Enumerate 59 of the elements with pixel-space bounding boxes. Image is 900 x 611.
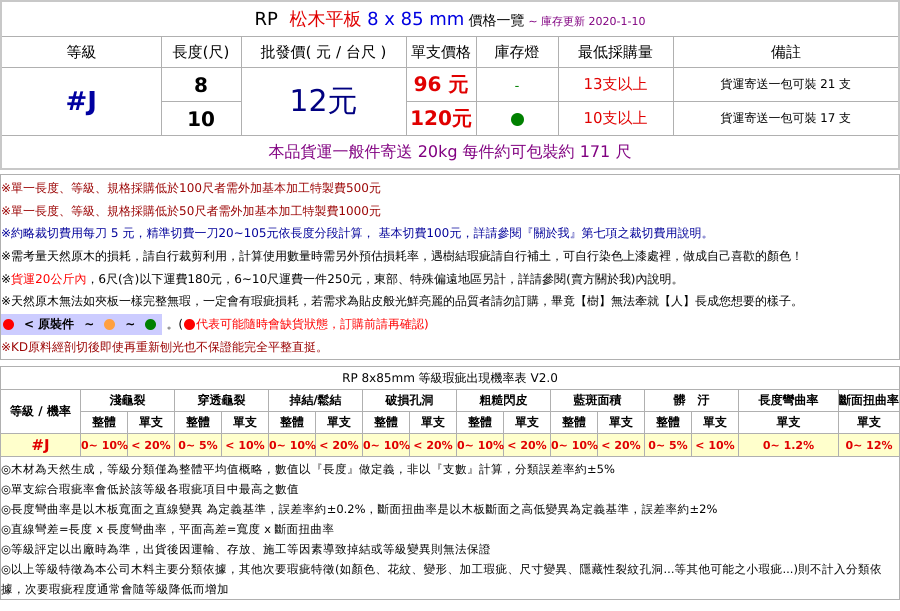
stock-text: - — [514, 79, 520, 94]
table-cell: 0~ 1.2% — [738, 434, 838, 456]
table-cell: 0~ 10% — [550, 434, 598, 456]
table-cell: < 10% — [692, 434, 738, 456]
legend-separator: 。( — [166, 316, 184, 333]
notice-text: ※天然原木無法如夾板一樣完整無瑕，一定會有瑕疵損耗，若需求為貼皮般光鮮亮麗的品質者請勿訂購，畢竟【樹】無法牽就【人】長成您想要的樣子。 — [1, 293, 804, 310]
footnote-text: ◎等級評定以出廠時為準，出貨後因運輸、存放、施工等因素導致掉結或等級變異則無法保證 — [1, 541, 492, 558]
grade-cell: #J — [1, 68, 161, 136]
table-cell: 0~ 10% — [268, 434, 316, 456]
table-cell: < 20% — [128, 434, 174, 456]
column-header: 斷面扭曲率 — [838, 390, 900, 412]
table-title: RP 8x85mm 等級瑕疵出現機率表 V2.0 — [0, 366, 900, 390]
column-header: 掉結/鬆結 — [268, 390, 362, 412]
column-header: 淺龜裂 — [80, 390, 174, 412]
column-header: 長度(尺) — [161, 36, 241, 68]
length-cell: 8 — [161, 68, 241, 102]
table-cell: 0~ 10% — [456, 434, 504, 456]
legend-label: ~ — [125, 317, 136, 332]
notice-text: ※單一長度、等級、規格採購低於100尺者需外加基本加工特製費500元 — [1, 180, 381, 197]
notice-text: ※貨運20公斤內，6尺(含)以下運費180元，6~10尺運費一件250元，東部、特殊偏遠地區另計，詳請參閱(賣方關於我)內說明。 — [1, 270, 684, 288]
notice-text: ※單一長度、等級、規格採購低於50尺者需外加基本加工特製費1000元 — [1, 202, 381, 220]
table-cell: 0~ 5% — [174, 434, 222, 456]
column-header: 髒 汙 — [644, 390, 738, 412]
notice-text: ※KD原料經剖切後即使再重新刨光也不保證能完全平整直挺。 — [1, 338, 328, 356]
table-cell: < 10% — [222, 434, 268, 456]
notice-text: ※約略裁切費用每刀 5 元，精準切費一刀20~105元依長度分段計算， 基本切費100元，詳請參閱『關於我』第七項之裁切費用說明。 — [1, 225, 714, 242]
footnote-text: ◎長度彎曲率是以木板寬面之直線變異 為定義基準，誤差率約±0.2%，斷面扭曲率是以木板斷面之高低變異為定義基準，誤差率約±2% — [1, 501, 718, 518]
column-header: 最低採購量 — [558, 36, 673, 68]
footnote-text: ◎單支綜合瑕疵率會低於該等級各瑕疵項目中最高之數值 — [1, 481, 300, 498]
table-cell: 0~ 10% — [362, 434, 410, 456]
column-header: 長度彎曲率 — [738, 390, 838, 412]
legend-note: 代表可能隨時會缺貨狀態，訂購前請再確認) — [196, 316, 429, 333]
table-cell: < 20% — [410, 434, 456, 456]
column-header: 破損孔洞 — [362, 390, 456, 412]
column-header: 穿透龜裂 — [174, 390, 268, 412]
legend-label: < 原裝件 — [24, 316, 74, 333]
table-cell: < 20% — [504, 434, 550, 456]
notice-text: ※需考量天然原木的損耗，請自行裁剪利用，計算使用數量時需另外預估損耗率，遇樹結瑕疵請自行補土，可自行染色上漆處裡，做成自己喜歡的顏色！ — [1, 248, 804, 265]
column-header: 單支價格 — [406, 36, 476, 68]
footnote-text: ◎木材為天然生成，等級分類僅為整體平均值概略，數值以『長度』做定義，非以『支數』計算，分類誤差率約±5% — [1, 461, 616, 478]
column-header: 藍斑面積 — [550, 390, 644, 412]
column-header: 等級 — [1, 36, 161, 68]
table-cell: < 20% — [598, 434, 644, 456]
column-header: 批發價( 元 / 台尺 ) — [241, 36, 406, 68]
legend-label: ~ — [84, 317, 94, 332]
grade-cell: #J — [0, 434, 80, 456]
minimum-quantity-cell: 13支以上 — [558, 68, 673, 102]
footnote-text: ◎直線彎差=長度 x 長度彎曲率，平面高差=寬度 x 斷面扭曲率 — [1, 521, 336, 538]
table-cell: 0~ 12% — [838, 434, 900, 456]
minimum-quantity-cell: 10支以上 — [558, 102, 673, 136]
footnote-text: ◎以上等級特徵為本公司木料主要分類依據，其他次要瑕疵特徵(如顏色、花紋、變形、加工瑕疵、尺寸變異、隱藏性裂紋孔洞...等其他可能之小瑕疵...)則不計入分類依據，次要瑕疵程度通常會隨等級降低而增加 — [1, 561, 883, 598]
column-header: 庫存燈 — [476, 36, 558, 68]
unit-price-cell: 96 元 — [406, 68, 476, 102]
wholesale-price-cell: 12元 — [241, 68, 406, 136]
table-cell: 0~ 10% — [80, 434, 128, 456]
table-cell: < 20% — [316, 434, 362, 456]
unit-price-cell: 120元 — [406, 102, 476, 136]
column-header: 粗糙閃皮 — [456, 390, 550, 412]
table-cell: 0~ 5% — [644, 434, 692, 456]
